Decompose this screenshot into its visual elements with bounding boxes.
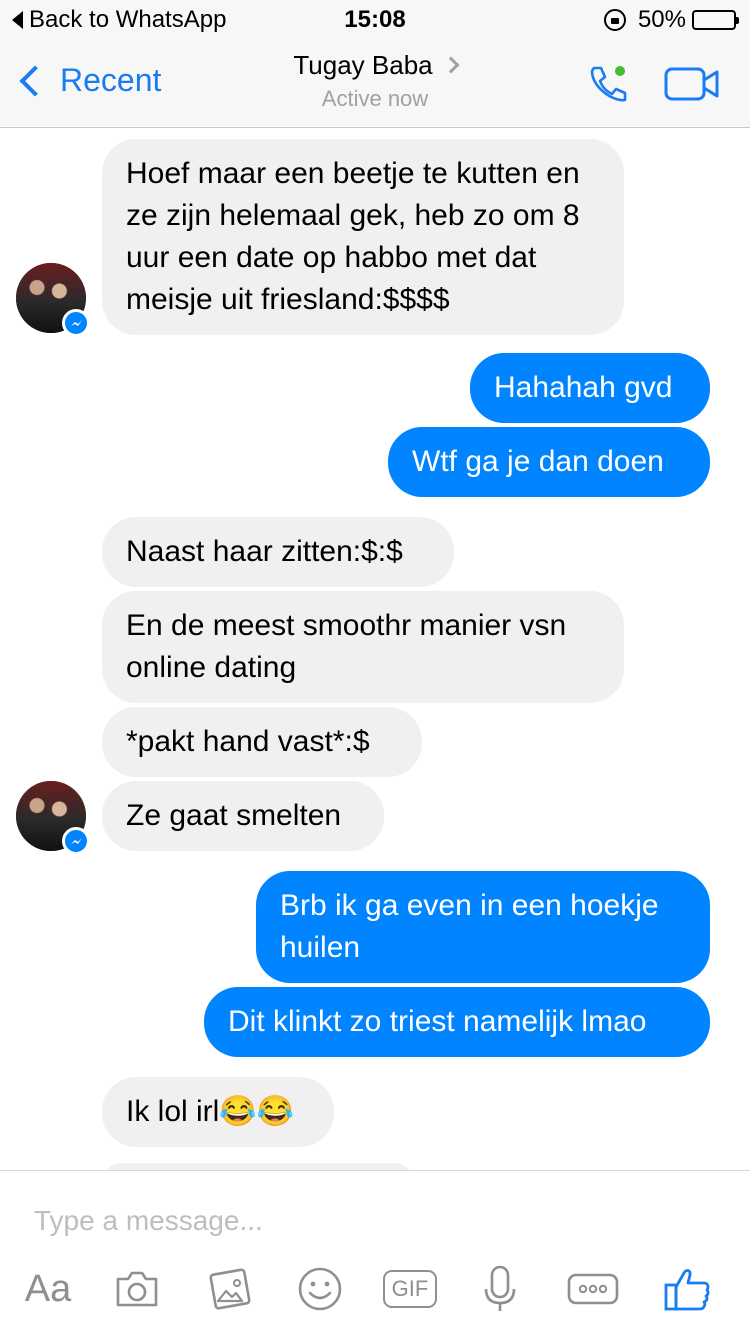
video-call-icon[interactable] bbox=[664, 66, 720, 102]
gif-icon: GIF bbox=[383, 1270, 437, 1308]
conversation-header: Recent Tugay Baba Active now bbox=[0, 40, 750, 128]
microphone-icon[interactable] bbox=[476, 1263, 524, 1315]
status-bar: Back to WhatsApp 15:08 50% bbox=[0, 0, 750, 40]
contact-status: Active now bbox=[321, 86, 429, 111]
message-bubble-outgoing[interactable]: Brb ik ga even in een hoekje huilen bbox=[256, 871, 710, 983]
message-bubble-incoming[interactable]: En de meest smoothr manier vsn online da… bbox=[102, 591, 624, 703]
message-list[interactable]: Hoef maar een beetje te kutten en ze zij… bbox=[0, 129, 750, 1170]
online-dot bbox=[615, 66, 625, 76]
status-right: 50% bbox=[603, 6, 739, 34]
gif-button[interactable]: GIF bbox=[382, 1263, 438, 1315]
messenger-badge-icon bbox=[62, 309, 90, 337]
messenger-badge-icon bbox=[62, 827, 90, 855]
message-bubble-incoming[interactable]: Naast haar zitten:$:$ bbox=[102, 517, 454, 587]
camera-icon[interactable] bbox=[112, 1263, 162, 1315]
rotation-lock-icon bbox=[603, 9, 626, 31]
composer: Aa GIF bbox=[0, 1170, 750, 1334]
battery-percent: 50% bbox=[637, 6, 686, 33]
battery-icon bbox=[692, 10, 739, 30]
more-icon[interactable] bbox=[566, 1263, 620, 1315]
message-bubble-incoming[interactable]: *pakt hand vast*:$ bbox=[102, 707, 422, 777]
message-bubble-incoming[interactable]: Ik lol irl😂😂 bbox=[102, 1077, 334, 1147]
contact-name: Tugay Baba bbox=[293, 50, 433, 80]
message-bubble-outgoing[interactable]: Hahahah gvd bbox=[470, 353, 710, 423]
message-bubble-incoming-partial[interactable] bbox=[102, 1163, 414, 1170]
message-bubble-incoming[interactable]: Hoef maar een beetje te kutten en ze zij… bbox=[102, 139, 624, 335]
message-bubble-incoming[interactable]: Ze gaat smelten bbox=[102, 781, 384, 851]
text-format-button[interactable]: Aa bbox=[20, 1263, 76, 1315]
emoji-icon[interactable] bbox=[296, 1263, 344, 1315]
contact-name-button[interactable]: Tugay Baba bbox=[0, 50, 750, 81]
message-input[interactable] bbox=[34, 1201, 714, 1241]
message-bubble-outgoing[interactable]: Dit klinkt zo triest namelijk lmao bbox=[204, 987, 710, 1057]
phone-call-icon[interactable] bbox=[584, 60, 632, 108]
photo-icon[interactable] bbox=[204, 1263, 254, 1315]
chevron-right-icon bbox=[442, 56, 460, 74]
message-bubble-outgoing[interactable]: Wtf ga je dan doen bbox=[388, 427, 710, 497]
like-icon[interactable] bbox=[662, 1263, 712, 1315]
